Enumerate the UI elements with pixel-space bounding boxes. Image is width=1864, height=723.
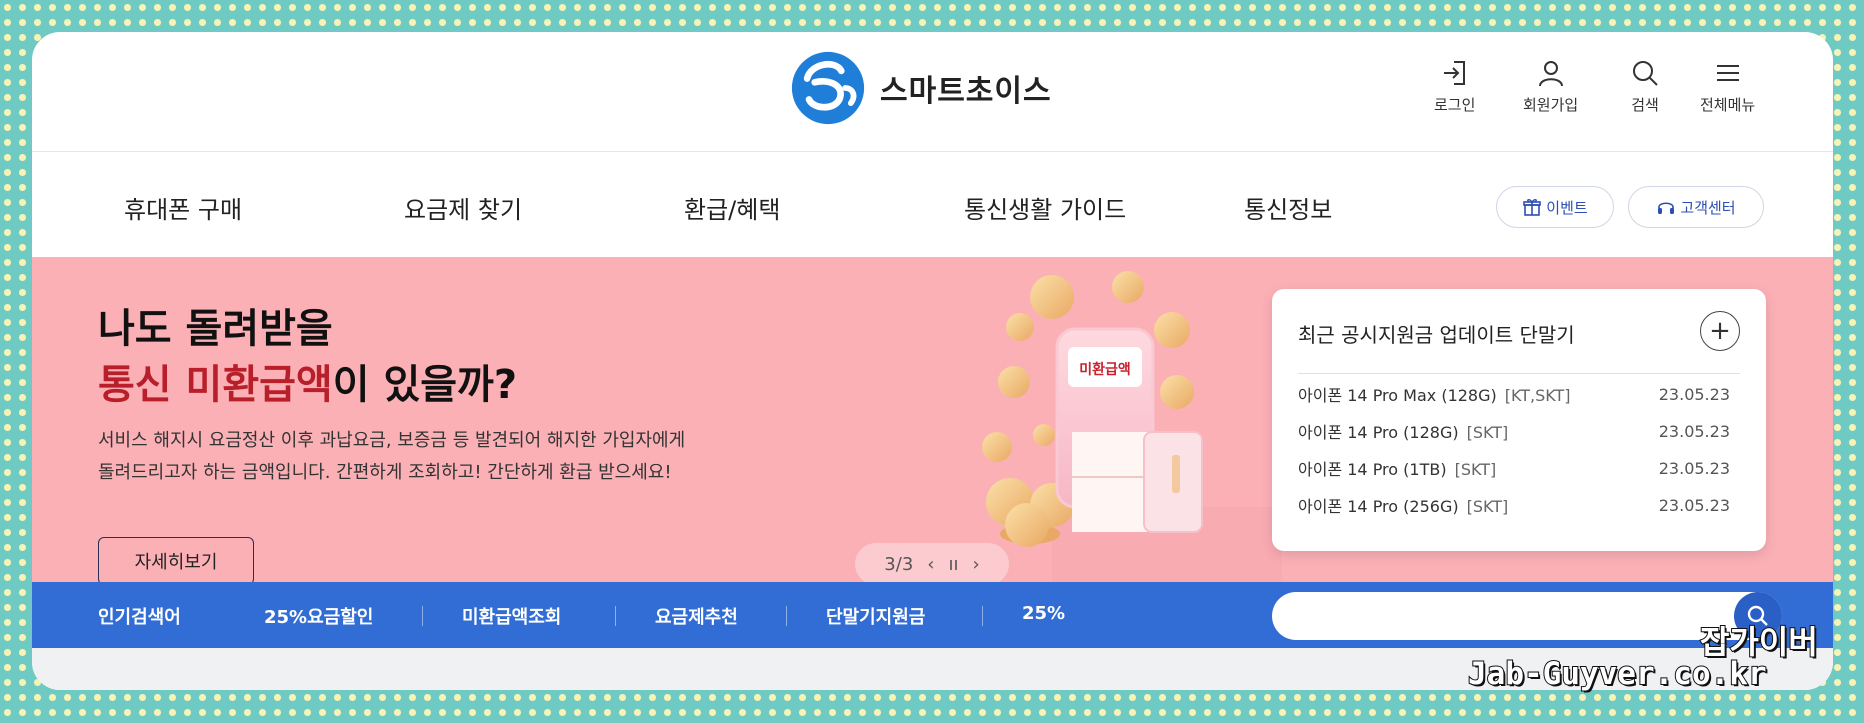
- gift-icon: [1523, 199, 1542, 216]
- pager-count: 3/3: [884, 553, 914, 575]
- device-date: 23.05.23: [1658, 384, 1730, 404]
- card-more-button[interactable]: +: [1700, 311, 1740, 351]
- subsidy-update-card: 최근 공시지원금 업데이트 단말기 + 아이폰 14 Pro Max (128G…: [1272, 289, 1766, 551]
- headset-icon: [1658, 202, 1675, 214]
- banner-title-line2: 통신 미환급액이 있을까?: [98, 357, 517, 413]
- device-carrier: [SKT]: [1466, 423, 1509, 442]
- customer-center-button[interactable]: 고객센터: [1628, 186, 1764, 228]
- keyword-link[interactable]: 미환급액조회: [462, 603, 561, 629]
- banner-desc-line2: 돌려드리고자 하는 금액입니다. 간편하게 조회하고! 간단하게 환급 받으세요…: [98, 462, 672, 483]
- keyword-link[interactable]: 요금제추천: [655, 603, 738, 629]
- device-row[interactable]: 아이폰 14 Pro Max (128G) [KT,SKT] 23.05.23: [1298, 379, 1730, 409]
- brand-mark-icon: [791, 51, 865, 125]
- illustration-label: 미환급액: [1079, 361, 1131, 378]
- hero-banner: 나도 돌려받을 통신 미환급액이 있을까? 서비스 해지시 요금정산 이후 과납…: [32, 257, 1833, 582]
- device-date: 23.05.23: [1658, 495, 1730, 515]
- banner-title-rest: 이 있을까?: [332, 362, 518, 408]
- popular-keyword-bar: 인기검색어 25%요금할인 미환급액조회 요금제추천 단말기지원금 25%: [32, 582, 1833, 648]
- full-menu-label: 전체메뉴: [1700, 96, 1756, 114]
- refund-illustration: 미환급액: [982, 271, 1282, 582]
- banner-description: 서비스 해지시 요금정산 이후 과납요금, 보증금 등 발견되어 해지한 가입자…: [98, 425, 685, 489]
- signup-label: 회원가입: [1523, 96, 1579, 114]
- pager-prev-button[interactable]: ‹: [927, 554, 934, 575]
- customer-center-label: 고객센터: [1680, 198, 1736, 217]
- nav-item-guide[interactable]: 통신생활 가이드: [964, 190, 1126, 225]
- pager-next-button[interactable]: ›: [972, 554, 979, 575]
- signup-link[interactable]: 회원가입: [1523, 58, 1578, 115]
- device-name: 아이폰 14 Pro (128G): [1298, 423, 1459, 442]
- banner-desc-line1: 서비스 해지시 요금정산 이후 과납요금, 보증금 등 발견되어 해지한 가입자…: [98, 430, 686, 451]
- device-row[interactable]: 아이폰 14 Pro (256G) [SKT] 23.05.23: [1298, 490, 1730, 520]
- card-title: 최근 공시지원금 업데이트 단말기: [1298, 323, 1575, 347]
- device-name: 아이폰 14 Pro (256G): [1298, 497, 1459, 516]
- site-logo[interactable]: 스마트초이스: [790, 50, 1052, 126]
- full-menu-link[interactable]: 전체메뉴: [1700, 58, 1755, 115]
- banner-title: 나도 돌려받을 통신 미환급액이 있을까?: [98, 301, 517, 413]
- device-row[interactable]: 아이폰 14 Pro (1TB) [SKT] 23.05.23: [1298, 453, 1730, 483]
- menu-icon: [1716, 65, 1739, 81]
- device-row[interactable]: 아이폰 14 Pro (128G) [SKT] 23.05.23: [1298, 416, 1730, 446]
- event-label: 이벤트: [1546, 198, 1588, 217]
- popular-keyword-label: 인기검색어: [98, 607, 181, 628]
- search-label: 검색: [1631, 96, 1659, 114]
- event-button[interactable]: 이벤트: [1496, 186, 1614, 228]
- login-icon: [1443, 61, 1465, 85]
- device-carrier: [SKT]: [1454, 460, 1497, 479]
- top-header: 스마트초이스 로그인 회원가입 검색 전체메뉴: [32, 32, 1833, 152]
- login-link[interactable]: 로그인: [1434, 58, 1475, 115]
- brand-name: 스마트초이스: [880, 74, 1052, 109]
- banner-title-highlight: 통신 미환급액: [98, 362, 333, 408]
- search-link[interactable]: 검색: [1630, 58, 1660, 115]
- device-carrier: [SKT]: [1466, 497, 1509, 516]
- device-date: 23.05.23: [1658, 458, 1730, 478]
- nav-item-telecom-info[interactable]: 통신정보: [1244, 190, 1332, 225]
- page-frame: 스마트초이스 로그인 회원가입 검색 전체메뉴 휴대폰 구매 요금제 찾기 환급…: [32, 32, 1833, 690]
- keyword-divider: [422, 606, 423, 626]
- keyword-divider: [786, 606, 787, 626]
- device-carrier: [KT,SKT]: [1504, 386, 1571, 405]
- pager-pause-button[interactable]: ıı: [948, 554, 958, 575]
- keyword-divider: [982, 606, 983, 626]
- user-icon: [1538, 61, 1563, 87]
- nav-item-plan-finder[interactable]: 요금제 찾기: [404, 190, 522, 225]
- search-input[interactable]: [1294, 600, 1714, 632]
- main-nav: 휴대폰 구매 요금제 찾기 환급/혜택 통신생활 가이드 통신정보 이벤트 고객…: [32, 152, 1833, 257]
- device-name: 아이폰 14 Pro (1TB): [1298, 460, 1447, 479]
- search-icon: [1633, 61, 1658, 86]
- keyword-link[interactable]: 25%요금할인: [264, 603, 373, 629]
- device-name: 아이폰 14 Pro Max (128G): [1298, 386, 1497, 405]
- card-divider: [1298, 373, 1740, 374]
- details-button[interactable]: 자세히보기: [98, 537, 254, 582]
- nav-item-refund-benefits[interactable]: 환급/혜택: [684, 190, 780, 225]
- device-date: 23.05.23: [1658, 421, 1730, 441]
- keyword-link[interactable]: 25%: [1022, 603, 1065, 624]
- keyword-link[interactable]: 단말기지원금: [826, 603, 925, 629]
- login-label: 로그인: [1434, 96, 1476, 114]
- nav-item-phone-purchase[interactable]: 휴대폰 구매: [124, 190, 242, 225]
- banner-pager: 3/3 ‹ ıı ›: [855, 543, 1009, 582]
- banner-title-line1: 나도 돌려받을: [98, 306, 333, 352]
- keyword-divider: [615, 606, 616, 626]
- watermark-url: Jab-Guyver.co.kr: [1467, 655, 1768, 693]
